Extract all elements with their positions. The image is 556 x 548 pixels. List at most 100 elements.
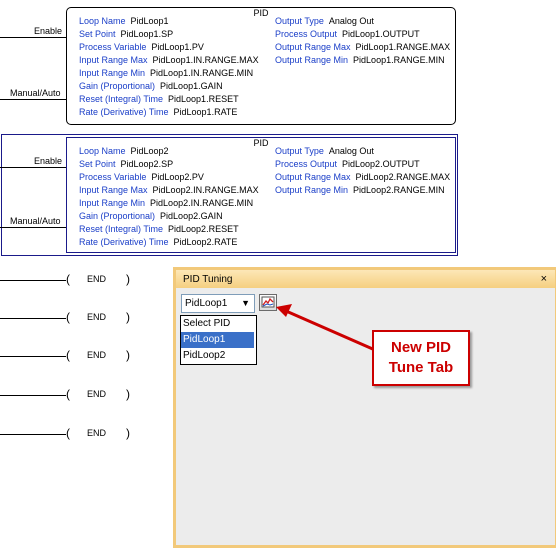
pid-param-key: Input Range Min [79,68,146,78]
pid-param-value[interactable]: PidLoop1.GAIN [160,81,223,91]
pid-param-value[interactable]: PidLoop2 [131,146,169,156]
coil-left-paren: ( [66,310,70,324]
callout-text: New PID Tune Tab [388,339,454,376]
pid-param-value[interactable]: Analog Out [329,16,374,26]
coil-right-paren: ) [126,310,130,324]
pid-loop-dropdown-list: Select PID PidLoop1 PidLoop2 [180,315,257,365]
callout-box: New PID Tune Tab [372,330,470,386]
pid-param-key: Output Range Min [275,185,349,195]
end-rung-wire [0,356,66,357]
pid-param-value[interactable]: PidLoop1.PV [151,42,204,52]
pid-param-value[interactable]: PidLoop1 [131,16,169,26]
pid-param-key: Output Range Max [275,172,351,182]
coil-left-paren: ( [66,348,70,362]
pid-param-value[interactable]: PidLoop1.IN.RANGE.MAX [153,55,259,65]
pid-param-row: Reset (Integral) Time PidLoop1.RESET [79,93,239,105]
pid-param-value[interactable]: PidLoop1.IN.RANGE.MIN [150,68,253,78]
pid-param-value[interactable]: PidLoop2.OUTPUT [342,159,420,169]
end-label: END [87,428,107,438]
pid-param-row: Reset (Integral) Time PidLoop2.RESET [79,223,239,235]
pid-param-key: Set Point [79,159,116,169]
coil-right-paren: ) [126,387,130,401]
pid-param-row: Gain (Proportional) PidLoop1.GAIN [79,80,223,92]
manual-wire-1 [0,99,66,100]
coil-left-paren: ( [66,272,70,286]
pid-param-row: Output Range Min PidLoop1.RANGE.MIN [275,54,445,66]
pid-param-row: Process Variable PidLoop1.PV [79,41,204,53]
pid-param-key: Rate (Derivative) Time [79,237,169,247]
pid-param-key: Reset (Integral) Time [79,94,164,104]
pid-param-value[interactable]: PidLoop1.OUTPUT [342,29,420,39]
pid-param-key: Set Point [79,29,116,39]
end-label: END [87,312,107,322]
pid-param-row: Input Range Min PidLoop2.IN.RANGE.MIN [79,197,253,209]
pid-block-1[interactable]: PID Loop Name PidLoop1 Set Point PidLoop1.S… [66,7,456,125]
pid-param-value[interactable]: PidLoop2.RANGE.MAX [356,172,451,182]
coil-right-paren: ) [126,272,130,286]
pid-param-row: Rate (Derivative) Time PidLoop1.RATE [79,106,237,118]
coil-left-paren: ( [66,426,70,440]
pid-param-value[interactable]: PidLoop1.SP [121,29,174,39]
pid-param-value[interactable]: PidLoop1.RANGE.MIN [353,55,445,65]
end-rung-wire [0,318,66,319]
manual-auto-label-1: Manual/Auto [10,88,61,98]
pid-param-key: Output Type [275,146,324,156]
enable-wire-2 [0,167,66,168]
end-label: END [87,389,107,399]
pid-param-value[interactable]: PidLoop2.IN.RANGE.MAX [153,185,259,195]
coil-right-paren: ) [126,348,130,362]
pid-param-row: Output Range Min PidLoop2.RANGE.MIN [275,184,445,196]
coil-left-paren: ( [66,387,70,401]
red-arrow [276,304,376,352]
dropdown-option[interactable]: PidLoop2 [181,348,254,364]
pid-param-row: Process Output PidLoop1.OUTPUT [275,28,420,40]
pid-param-row: Set Point PidLoop2.SP [79,158,173,170]
pid-param-key: Reset (Integral) Time [79,224,164,234]
pid-param-row: Loop Name PidLoop1 [79,15,169,27]
pid-param-key: Output Range Max [275,42,351,52]
pid-param-row: Gain (Proportional) PidLoop2.GAIN [79,210,223,222]
pid-param-value[interactable]: PidLoop2.PV [151,172,204,182]
pid-param-key: Output Range Min [275,55,349,65]
pid-param-row: Output Type Analog Out [275,145,374,157]
dropdown-option[interactable]: PidLoop1 [181,332,254,348]
pid-param-value[interactable]: PidLoop2.IN.RANGE.MIN [150,198,253,208]
pid-param-row: Input Range Min PidLoop1.IN.RANGE.MIN [79,67,253,79]
pid-param-row: Rate (Derivative) Time PidLoop2.RATE [79,236,237,248]
pid-param-value[interactable]: PidLoop1.RESET [168,94,239,104]
end-label: END [87,350,107,360]
end-rung-wire [0,434,66,435]
chevron-down-icon[interactable]: ▼ [241,298,250,308]
pid-param-value[interactable]: PidLoop2.GAIN [160,211,223,221]
enable-wire-1 [0,37,66,38]
enable-label-2: Enable [34,156,63,166]
pid-loop-select[interactable]: PidLoop1 ▼ [181,294,255,313]
pid-param-value[interactable]: PidLoop2.RESET [168,224,239,234]
pid-param-key: Process Variable [79,172,147,182]
pid-param-row: Output Range Max PidLoop2.RANGE.MAX [275,171,450,183]
pid-param-key: Process Output [275,159,338,169]
manual-wire-2 [0,227,66,228]
pid-param-key: Loop Name [79,146,126,156]
pid-param-key: Input Range Max [79,185,148,195]
pid-param-row: Process Output PidLoop2.OUTPUT [275,158,420,170]
pid-block-2[interactable]: PID Loop Name PidLoop2 Set Point PidLoop2.S… [66,137,456,253]
pid-param-value[interactable]: PidLoop2.RANGE.MIN [353,185,445,195]
end-rung-wire [0,280,66,281]
end-rung-wire [0,395,66,396]
dropdown-option[interactable]: Select PID [181,316,254,332]
close-icon[interactable]: × [541,273,547,285]
pid-param-value[interactable]: PidLoop2.SP [121,159,174,169]
coil-right-paren: ) [126,426,130,440]
pid-param-key: Process Variable [79,42,147,52]
pid-param-row: Input Range Max PidLoop2.IN.RANGE.MAX [79,184,259,196]
pid-param-row: Input Range Max PidLoop1.IN.RANGE.MAX [79,54,259,66]
pid-param-value[interactable]: Analog Out [329,146,374,156]
pid-param-row: Process Variable PidLoop2.PV [79,171,204,183]
pid-param-value[interactable]: PidLoop1.RANGE.MAX [356,42,451,52]
pid-param-value[interactable]: PidLoop2.RATE [174,237,238,247]
pid-param-row: Output Type Analog Out [275,15,374,27]
pid-param-key: Process Output [275,29,338,39]
panel-title: PID Tuning [183,274,233,285]
pid-param-value[interactable]: PidLoop1.RATE [174,107,238,117]
